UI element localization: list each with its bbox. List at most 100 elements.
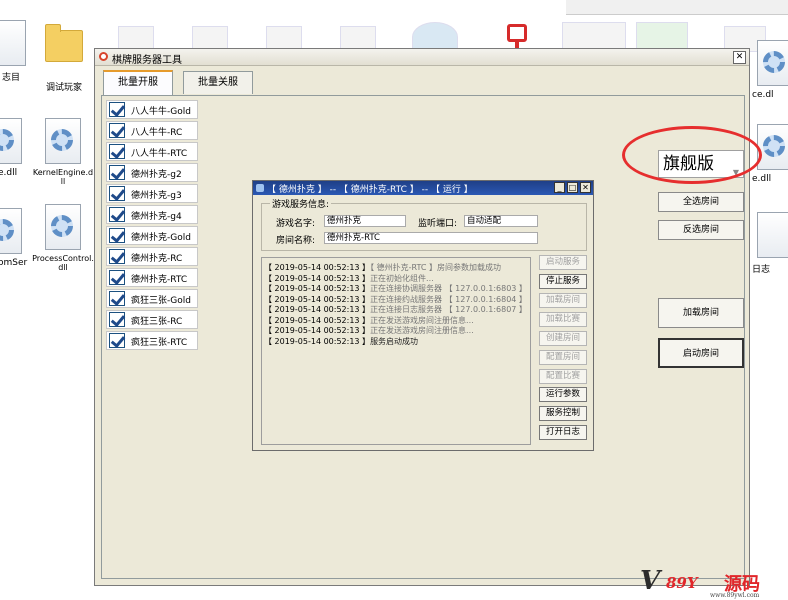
game-name-field[interactable]: 德州扑克 — [324, 215, 406, 227]
dialog-app-icon — [256, 184, 264, 192]
desktop-icon[interactable]: 日志 — [752, 212, 788, 275]
port-field[interactable]: 自动适配 — [464, 215, 538, 227]
dialog-title: 【 德州扑克 】 -- 【 德州扑克-RTC 】 -- 【 运行 】 — [267, 185, 473, 195]
checkbox[interactable] — [109, 333, 125, 348]
checkbox[interactable] — [109, 312, 125, 327]
checkbox[interactable] — [109, 186, 125, 201]
tab-batch-stop[interactable]: 批量关服 — [183, 71, 253, 94]
watermark-mid: 89Y — [666, 574, 698, 592]
log-line: 【 2019-05-14 00:52:13 】服务启动成功 — [264, 336, 419, 346]
room-item[interactable]: 疯狂三张-RC — [106, 310, 198, 329]
desktop-icon-label: ce.dl — [752, 90, 774, 100]
start-rooms-button[interactable]: 启动房间 — [658, 338, 744, 368]
log-panel[interactable]: 【 2019-05-14 00:52:13 】【 德州扑克-RTC 】房间参数加… — [261, 257, 531, 445]
config-match-button[interactable]: 配置比赛 — [539, 369, 587, 384]
file-icon — [757, 212, 788, 260]
desktop-icon-label: 志目 — [2, 73, 21, 83]
desktop-icon[interactable]: omSer l — [0, 208, 34, 278]
load-match-button[interactable]: 加载比赛 — [539, 312, 587, 327]
desktop-icon[interactable]: KernelEngine.dll — [32, 118, 94, 186]
desktop-icon[interactable]: 志目 — [0, 20, 38, 83]
room-item[interactable]: 疯狂三张-Gold — [106, 289, 198, 308]
create-room-button[interactable]: 创建房间 — [539, 331, 587, 346]
log-line: 【 2019-05-14 00:52:13 】正在发送游戏房间注册信息... — [264, 326, 474, 335]
config-room-button[interactable]: 配置房间 — [539, 350, 587, 365]
desktop-icon-label: 日志 — [752, 265, 771, 275]
checkbox[interactable] — [109, 228, 125, 243]
checkbox[interactable] — [109, 102, 125, 117]
run-params-button[interactable]: 运行参数 — [539, 387, 587, 402]
load-room-button[interactable]: 加载房间 — [539, 293, 587, 308]
window-titlebar[interactable]: 棋牌服务器工具 ✕ — [95, 49, 749, 66]
checkbox[interactable] — [109, 249, 125, 264]
checkbox[interactable] — [109, 165, 125, 180]
close-button[interactable]: ✕ — [580, 182, 591, 193]
window-title: 棋牌服务器工具 — [112, 55, 182, 66]
folder-icon — [44, 24, 84, 78]
checkbox[interactable] — [109, 144, 125, 159]
desktop-icon-label: 调试玩家 — [45, 83, 82, 93]
room-name-field[interactable]: 德州扑克-RTC — [324, 232, 538, 244]
dll-icon — [43, 118, 83, 166]
room-label: 德州扑克-Gold — [131, 233, 191, 243]
room-label: 德州扑克-RTC — [131, 275, 188, 285]
game-name-label: 游戏名字: — [276, 219, 316, 229]
service-control-button[interactable]: 服务控制 — [539, 406, 587, 421]
room-label: 德州扑克-RC — [131, 254, 183, 264]
select-all-button[interactable]: 全选房间 — [658, 192, 744, 212]
log-line: 【 2019-05-14 00:52:13 】正在连接日志服务器 【 127.0… — [264, 305, 527, 314]
dll-icon — [43, 204, 83, 252]
checkbox[interactable] — [109, 270, 125, 285]
room-item[interactable]: 疯狂三张-RTC — [106, 331, 198, 350]
stop-service-button[interactable]: 停止服务 — [539, 274, 587, 289]
room-item[interactable]: 八人牛牛-RTC — [106, 142, 198, 161]
desktop-icon-label: e.dll — [752, 174, 772, 184]
desktop-icon-label: omSer l — [0, 258, 28, 278]
maximize-button[interactable]: □ — [567, 182, 578, 193]
checkbox[interactable] — [109, 291, 125, 306]
room-label: 疯狂三张-RTC — [131, 338, 188, 348]
room-label: 八人牛牛-RTC — [131, 149, 188, 159]
desktop-icon-label: ProcessControl.dll — [32, 254, 94, 272]
room-label: 德州扑克-g4 — [131, 212, 182, 222]
desktop-icon[interactable]: ProcessControl.dll — [32, 204, 94, 272]
room-item[interactable]: 德州扑克-RTC — [106, 268, 198, 287]
desktop-icon-label: e.dll — [0, 168, 18, 178]
room-item[interactable]: 德州扑克-Gold — [106, 226, 198, 245]
desktop-icon[interactable]: e.dll — [0, 118, 34, 178]
room-item[interactable]: 八人牛牛-Gold — [106, 100, 198, 119]
dll-icon — [757, 40, 788, 88]
room-label: 疯狂三张-RC — [131, 317, 183, 327]
minimize-button[interactable]: _ — [554, 182, 565, 193]
checkbox[interactable] — [109, 207, 125, 222]
open-log-button[interactable]: 打开日志 — [539, 425, 587, 440]
log-line: 【 2019-05-14 00:52:13 】正在连接协调服务器 【 127.0… — [264, 284, 527, 293]
note-icon — [507, 24, 527, 49]
checkbox[interactable] — [109, 123, 125, 138]
log-line: 【 2019-05-14 00:52:13 】正在初始化组件... — [264, 273, 434, 283]
room-item[interactable]: 德州扑克-RC — [106, 247, 198, 266]
desktop-icon[interactable]: 调试玩家 — [34, 16, 94, 93]
room-item[interactable]: 德州扑克-g2 — [106, 163, 198, 182]
port-label: 监听端口: — [418, 219, 458, 229]
start-service-button[interactable]: 启动服务 — [539, 255, 587, 270]
room-label: 八人牛牛-Gold — [131, 107, 191, 117]
load-rooms-button[interactable]: 加载房间 — [658, 298, 744, 328]
tab-batch-start[interactable]: 批量开服 — [103, 70, 173, 96]
taskbar-fragment — [566, 0, 788, 15]
dll-icon — [0, 118, 24, 166]
highlight-annotation — [622, 126, 762, 184]
room-label: 疯狂三张-Gold — [131, 296, 191, 306]
service-info-group: 游戏服务信息: 游戏名字: 德州扑克 监听端口: 自动适配 房间名称: 德州扑克… — [261, 197, 587, 251]
log-line: 【 2019-05-14 00:52:13 】正在发送游戏房间注册信息... — [264, 315, 474, 325]
room-item[interactable]: 八人牛牛-RC — [106, 121, 198, 140]
room-item[interactable]: 德州扑克-g4 — [106, 205, 198, 224]
close-button[interactable]: ✕ — [733, 51, 746, 64]
app-icon — [99, 52, 108, 61]
room-label: 德州扑克-g2 — [131, 170, 182, 180]
room-item[interactable]: 德州扑克-g3 — [106, 184, 198, 203]
room-list: 八人牛牛-Gold 八人牛牛-RC 八人牛牛-RTC 德州扑克-g2 德州扑克-… — [106, 100, 198, 352]
desktop-icon[interactable]: ce.dl — [752, 40, 788, 100]
dialog-titlebar[interactable]: 【 德州扑克 】 -- 【 德州扑克-RTC 】 -- 【 运行 】 _ □ ✕ — [253, 181, 593, 195]
invert-select-button[interactable]: 反选房间 — [658, 220, 744, 240]
